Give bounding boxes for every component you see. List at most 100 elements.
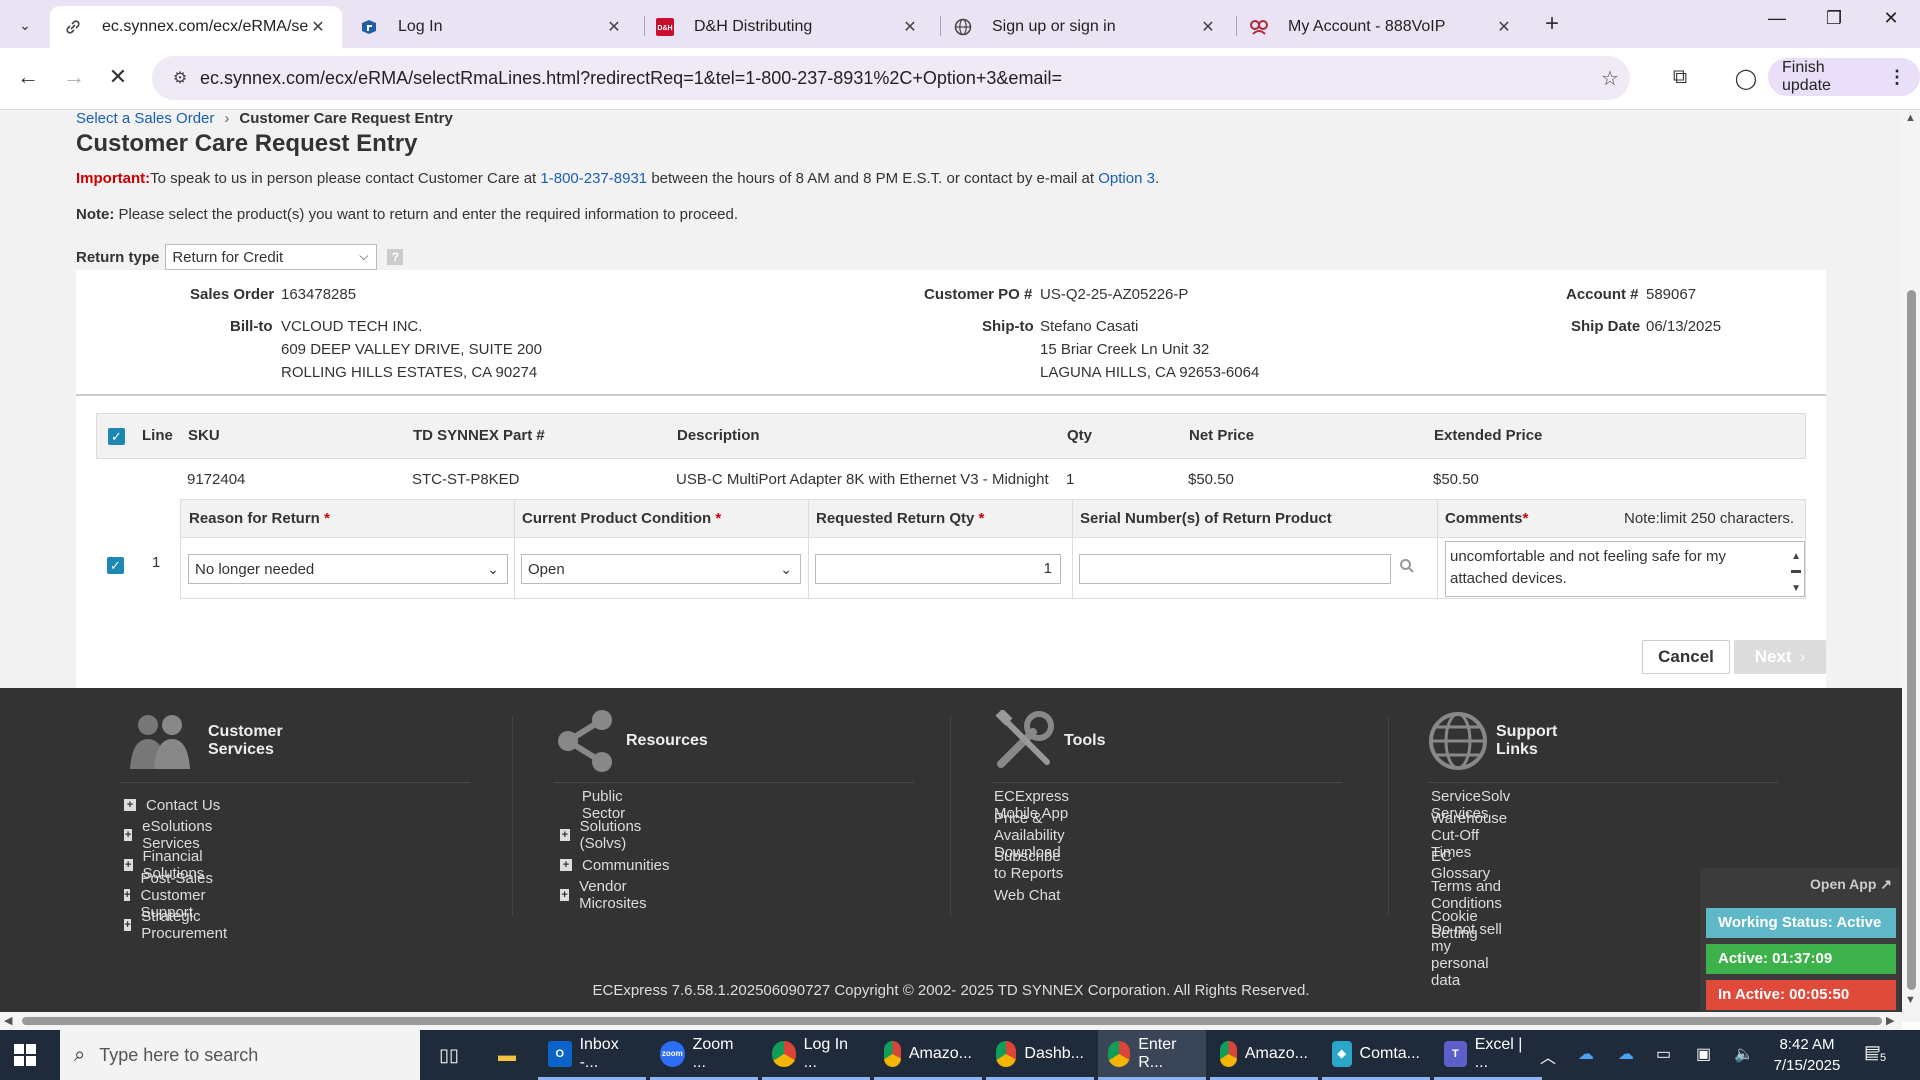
- browser-tab-dh[interactable]: D&H D&H Distributing ✕: [642, 6, 934, 48]
- extensions-icon[interactable]: ⧉: [1666, 66, 1694, 89]
- system-clock[interactable]: 8:42 AM 7/15/2025: [1762, 1034, 1852, 1076]
- close-icon[interactable]: ✕: [900, 17, 920, 37]
- browser-tab-synnex[interactable]: ec.synnex.com/ecx/eRMA/selec ✕: [50, 6, 342, 48]
- expand-plus-icon[interactable]: +: [560, 859, 572, 871]
- browser-tab-signup[interactable]: Sign up or sign in ✕: [940, 6, 1232, 48]
- taskbar-app-comtact[interactable]: ◆ Comta...: [1322, 1030, 1430, 1080]
- footer-divider: [1388, 716, 1389, 916]
- taskbar-app-chrome-dashboard[interactable]: Dashb...: [986, 1030, 1094, 1080]
- footer-link-post-sales[interactable]: + Post-Sales Customer Support: [124, 870, 232, 921]
- forward-arrow-icon[interactable]: →: [60, 64, 88, 90]
- return-qty-input[interactable]: 1: [815, 554, 1061, 584]
- expand-plus-icon[interactable]: +: [560, 829, 570, 841]
- expand-plus-icon[interactable]: +: [124, 889, 131, 901]
- reason-for-return-select[interactable]: No longer needed ⌄: [188, 554, 508, 584]
- footer-heading: Tools: [992, 706, 1105, 776]
- chevron-up-icon[interactable]: ︿: [1540, 1044, 1556, 1068]
- expand-plus-icon[interactable]: +: [124, 859, 133, 871]
- file-explorer-icon[interactable]: ▬: [494, 1042, 520, 1068]
- footer-link-communities[interactable]: + Communities: [560, 850, 670, 880]
- notifications-icon[interactable]: ▤ 5: [1864, 1042, 1889, 1064]
- footer-link-solutions[interactable]: + Solutions (Solvs): [560, 818, 670, 852]
- expand-plus-icon[interactable]: +: [124, 799, 136, 811]
- taskbar-app-chrome-login[interactable]: Log In ...: [762, 1030, 870, 1080]
- windows-start-icon[interactable]: [14, 1044, 36, 1066]
- taskbar-app-zoom[interactable]: zoom Zoom ...: [650, 1030, 758, 1080]
- footer-link-public-sector[interactable]: Public Sector: [560, 788, 670, 822]
- close-icon[interactable]: ✕: [308, 17, 328, 37]
- scroll-left-icon[interactable]: ◀: [4, 1014, 12, 1027]
- footer-link-subscribe-reports[interactable]: Subscribe to Reports: [994, 848, 1069, 882]
- network-icon[interactable]: ▣: [1696, 1044, 1711, 1064]
- bill-to-line: 609 DEEP VALLEY DRIVE, SUITE 200: [281, 341, 542, 358]
- finish-update-button[interactable]: Finish update ⋮: [1768, 58, 1920, 96]
- horizontal-scrollbar[interactable]: ◀ ▶: [0, 1012, 1902, 1030]
- url-text[interactable]: ec.synnex.com/ecx/eRMA/selectRmaLines.ht…: [200, 68, 1590, 89]
- select-all-checkbox[interactable]: ✓: [108, 428, 125, 445]
- search-icon[interactable]: [1399, 558, 1415, 578]
- expand-plus-icon[interactable]: +: [560, 889, 570, 901]
- product-condition-select[interactable]: Open ⌄: [521, 554, 801, 584]
- footer-link-terms[interactable]: Terms and Conditions: [1431, 878, 1510, 912]
- scroll-right-icon[interactable]: ▶: [1886, 1014, 1894, 1027]
- scroll-down-icon[interactable]: ▼: [1791, 578, 1801, 600]
- tab-search-dropdown-icon[interactable]: ⌄: [10, 12, 40, 38]
- next-button[interactable]: Next ›: [1734, 640, 1826, 674]
- close-icon[interactable]: ✕: [1494, 17, 1514, 37]
- volume-icon[interactable]: 🔈: [1734, 1044, 1754, 1064]
- scroll-down-icon[interactable]: ▼: [1905, 994, 1916, 1006]
- taskbar-app-chrome-amazon[interactable]: Amazo...: [874, 1030, 982, 1080]
- scroll-thumb[interactable]: [22, 1017, 1882, 1025]
- window-close-icon[interactable]: ✕: [1876, 8, 1906, 29]
- help-icon[interactable]: ?: [387, 249, 404, 265]
- scroll-thumb[interactable]: [1907, 290, 1916, 990]
- serial-number-input[interactable]: [1079, 554, 1391, 584]
- footer-link-label: Strategic Procurement: [141, 908, 228, 942]
- expand-plus-icon[interactable]: +: [124, 829, 133, 841]
- minimize-icon[interactable]: —: [1762, 8, 1792, 29]
- footer-link-vendor-microsites[interactable]: + Vendor Microsites: [560, 878, 670, 912]
- line-checkbox[interactable]: ✓: [107, 557, 124, 574]
- vertical-scrollbar[interactable]: ▲ ▼: [1902, 110, 1920, 1022]
- onedrive-business-icon[interactable]: ☁: [1618, 1044, 1634, 1064]
- scroll-up-icon[interactable]: ▲: [1905, 112, 1916, 124]
- footer-link-web-chat[interactable]: Web Chat: [994, 880, 1069, 910]
- footer-link-contact-us[interactable]: + Contact Us: [124, 790, 232, 820]
- site-info-icon[interactable]: ⚙: [160, 68, 200, 88]
- close-icon[interactable]: ✕: [604, 17, 624, 37]
- tab-title: D&H Distributing: [694, 18, 813, 35]
- taskbar-app-chrome-amazon-2[interactable]: Amazo...: [1210, 1030, 1318, 1080]
- footer-link-price-availability[interactable]: Price & Availability Download: [994, 810, 1069, 861]
- taskbar-app-chrome-enter-rma[interactable]: Enter R...: [1098, 1030, 1206, 1080]
- taskbar-app-outlook[interactable]: O Inbox -...: [538, 1030, 646, 1080]
- close-icon[interactable]: ✕: [1198, 17, 1218, 37]
- task-view-icon[interactable]: ▯▯: [436, 1042, 462, 1068]
- bookmark-star-icon[interactable]: ☆: [1590, 66, 1630, 91]
- back-arrow-icon[interactable]: ←: [14, 64, 42, 90]
- return-type-select[interactable]: Return for Credit ⌵: [165, 244, 378, 270]
- chrome-icon: [884, 1040, 901, 1067]
- taskbar-search[interactable]: ⌕ Type here to search: [60, 1030, 420, 1080]
- battery-icon[interactable]: ▭: [1656, 1044, 1671, 1064]
- stop-loading-icon[interactable]: ✕: [104, 64, 132, 90]
- footer-link-do-not-sell[interactable]: Do not sell my personal data: [1431, 921, 1510, 989]
- more-menu-icon[interactable]: ⋮: [1888, 67, 1906, 88]
- profile-icon[interactable]: ◯: [1732, 66, 1760, 91]
- footer-link-cutoff-times[interactable]: Warehouse Cut-Off Times: [1431, 810, 1510, 861]
- breadcrumb-link-select-sales-order[interactable]: Select a Sales Order: [76, 110, 214, 127]
- browser-tab-login[interactable]: Log In ✕: [346, 6, 638, 48]
- phone-link[interactable]: 1-800-237-8931: [540, 170, 647, 187]
- url-bar[interactable]: ⚙ ec.synnex.com/ecx/eRMA/selectRmaLines.…: [152, 56, 1630, 100]
- footer-link-esolutions[interactable]: + eSolutions Services: [124, 818, 232, 852]
- cancel-button[interactable]: Cancel: [1642, 640, 1730, 674]
- browser-tab-888voip[interactable]: My Account - 888VoIP ✕: [1236, 6, 1528, 48]
- footer-link-glossary[interactable]: EC Glossary: [1431, 848, 1510, 882]
- open-app-link[interactable]: Open App ↗: [1810, 876, 1892, 893]
- restore-icon[interactable]: ❐: [1819, 8, 1849, 29]
- new-tab-icon[interactable]: +: [1545, 10, 1559, 38]
- taskbar-app-teams-excel[interactable]: T Excel | ...: [1434, 1030, 1542, 1080]
- comments-textarea[interactable]: uncomfortable and not feeling safe for m…: [1445, 541, 1805, 597]
- option-3-link[interactable]: Option 3: [1098, 170, 1155, 187]
- expand-plus-icon[interactable]: +: [124, 919, 132, 931]
- onedrive-icon[interactable]: ☁: [1578, 1044, 1594, 1064]
